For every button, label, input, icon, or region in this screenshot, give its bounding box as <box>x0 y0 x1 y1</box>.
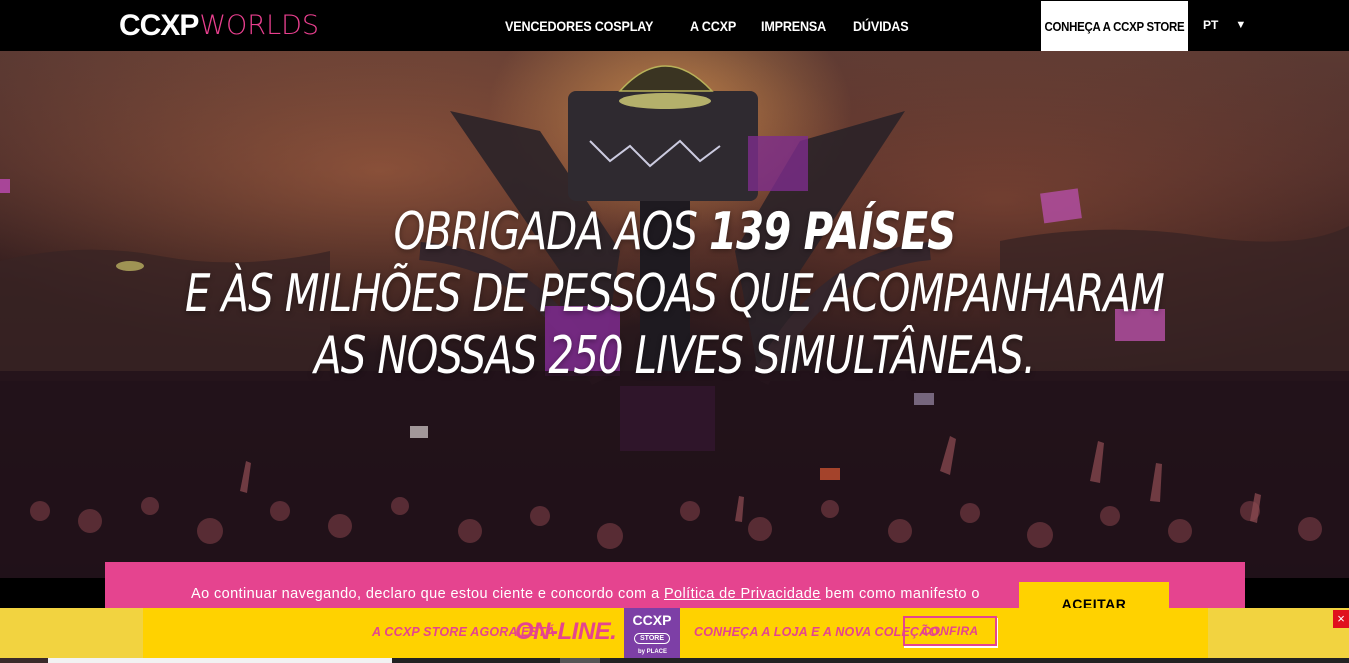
language-selector[interactable]: PT ▼ <box>1203 18 1246 32</box>
hero-line-2: E ÀS MILHÕES DE PESSOAS QUE ACOMPANHARAM <box>184 264 1165 324</box>
hero-section: OBRIGADA AOS 139 PAÍSES E ÀS MILHÕES DE … <box>0 51 1349 578</box>
close-icon[interactable]: × <box>1333 610 1349 628</box>
ccxp-store-button-label: CONHEÇA A CCXP STORE <box>1044 18 1185 34</box>
hero-line-1-bold: 139 PAÍSES <box>709 202 956 262</box>
nav-item-imprensa[interactable]: IMPRENSA <box>761 18 826 34</box>
logo-ccxp-text: CCXP <box>119 9 199 42</box>
nav-item-duvidas[interactable]: DÚVIDAS <box>853 18 909 34</box>
cookie-message: Ao continuar navegando, declaro que esto… <box>191 586 980 602</box>
badge-subtitle: STORE <box>634 633 670 644</box>
ccxp-store-button[interactable]: CONHEÇA A CCXP STORE <box>1041 1 1188 51</box>
hero-line-1-light: OBRIGADA AOS <box>393 202 710 262</box>
cookie-text-after: bem como manifesto o <box>820 586 980 602</box>
cookie-text-before: Ao continuar navegando, declaro que esto… <box>191 586 664 602</box>
caret-down-icon: ▼ <box>1235 19 1247 31</box>
ccxp-store-badge[interactable]: CCXP STORE by PLACE <box>624 608 680 658</box>
hero-line-1: OBRIGADA AOS 139 PAÍSES <box>94 201 1254 263</box>
privacy-policy-link[interactable]: Política de Privacidade <box>664 586 821 602</box>
promo-cta-button[interactable]: CONFIRA <box>903 616 997 646</box>
badge-partner: by PLACE <box>638 649 668 655</box>
nav-item-a-ccxp[interactable]: A CCXP <box>690 18 736 34</box>
hero-headline: OBRIGADA AOS 139 PAÍSES E ÀS MILHÕES DE … <box>0 201 1349 387</box>
ccxp-worlds-logo[interactable]: CCXP WORLDS <box>119 11 319 41</box>
site-header: CCXP WORLDS VENCEDORES COSPLAY A CCXP IM… <box>0 0 1349 51</box>
logo-worlds-text: WORLDS <box>199 10 320 41</box>
language-label: PT <box>1203 18 1219 32</box>
badge-title: CCXP <box>632 612 672 628</box>
nav-item-vencedores-cosplay[interactable]: VENCEDORES COSPLAY <box>505 18 653 34</box>
promo-highlight: ON-LINE. <box>515 618 617 645</box>
bottom-strip <box>0 658 1349 663</box>
hero-line-3: AS NOSSAS 250 LIVES SIMULTÂNEAS. <box>314 326 1036 386</box>
main-nav: VENCEDORES COSPLAY A CCXP IMPRENSA DÚVID… <box>505 0 935 51</box>
